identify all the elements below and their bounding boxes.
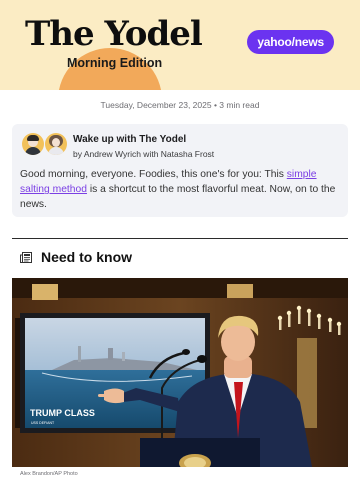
newspaper-icon: [20, 252, 32, 263]
sign-subtext: USS DEFIANT: [31, 421, 55, 425]
author-avatar: [45, 133, 67, 155]
author-byline: by Andrew Wyrich with Natasha Frost: [73, 149, 215, 159]
newsletter-edition: Morning Edition: [67, 56, 163, 70]
yahoo-news-logo[interactable]: yahoo/news: [247, 30, 334, 54]
author-avatar: [22, 133, 44, 155]
newsletter-title: The Yodel: [25, 14, 203, 54]
section-title: Need to know: [41, 249, 133, 265]
sign-text: TRUMP CLASS: [30, 408, 95, 418]
welcome-card: Wake up with The Yodel by Andrew Wyrich …: [12, 124, 348, 217]
section-divider: [12, 238, 348, 239]
publish-dateline: Tuesday, December 23, 2025 • 3 min read: [100, 100, 260, 110]
welcome-text: Good morning, everyone. Foodies, this on…: [20, 169, 336, 211]
photo-credit: Alex Brandon/AP Photo: [20, 471, 78, 477]
newsletter-masthead: The Yodel Morning Edition yahoo/news: [0, 0, 360, 90]
news-photo-illustration: TRUMP CLASS USS DEFIANT: [12, 278, 348, 467]
news-photo[interactable]: TRUMP CLASS USS DEFIANT: [12, 278, 348, 467]
welcome-title: Wake up with The Yodel: [73, 134, 187, 145]
